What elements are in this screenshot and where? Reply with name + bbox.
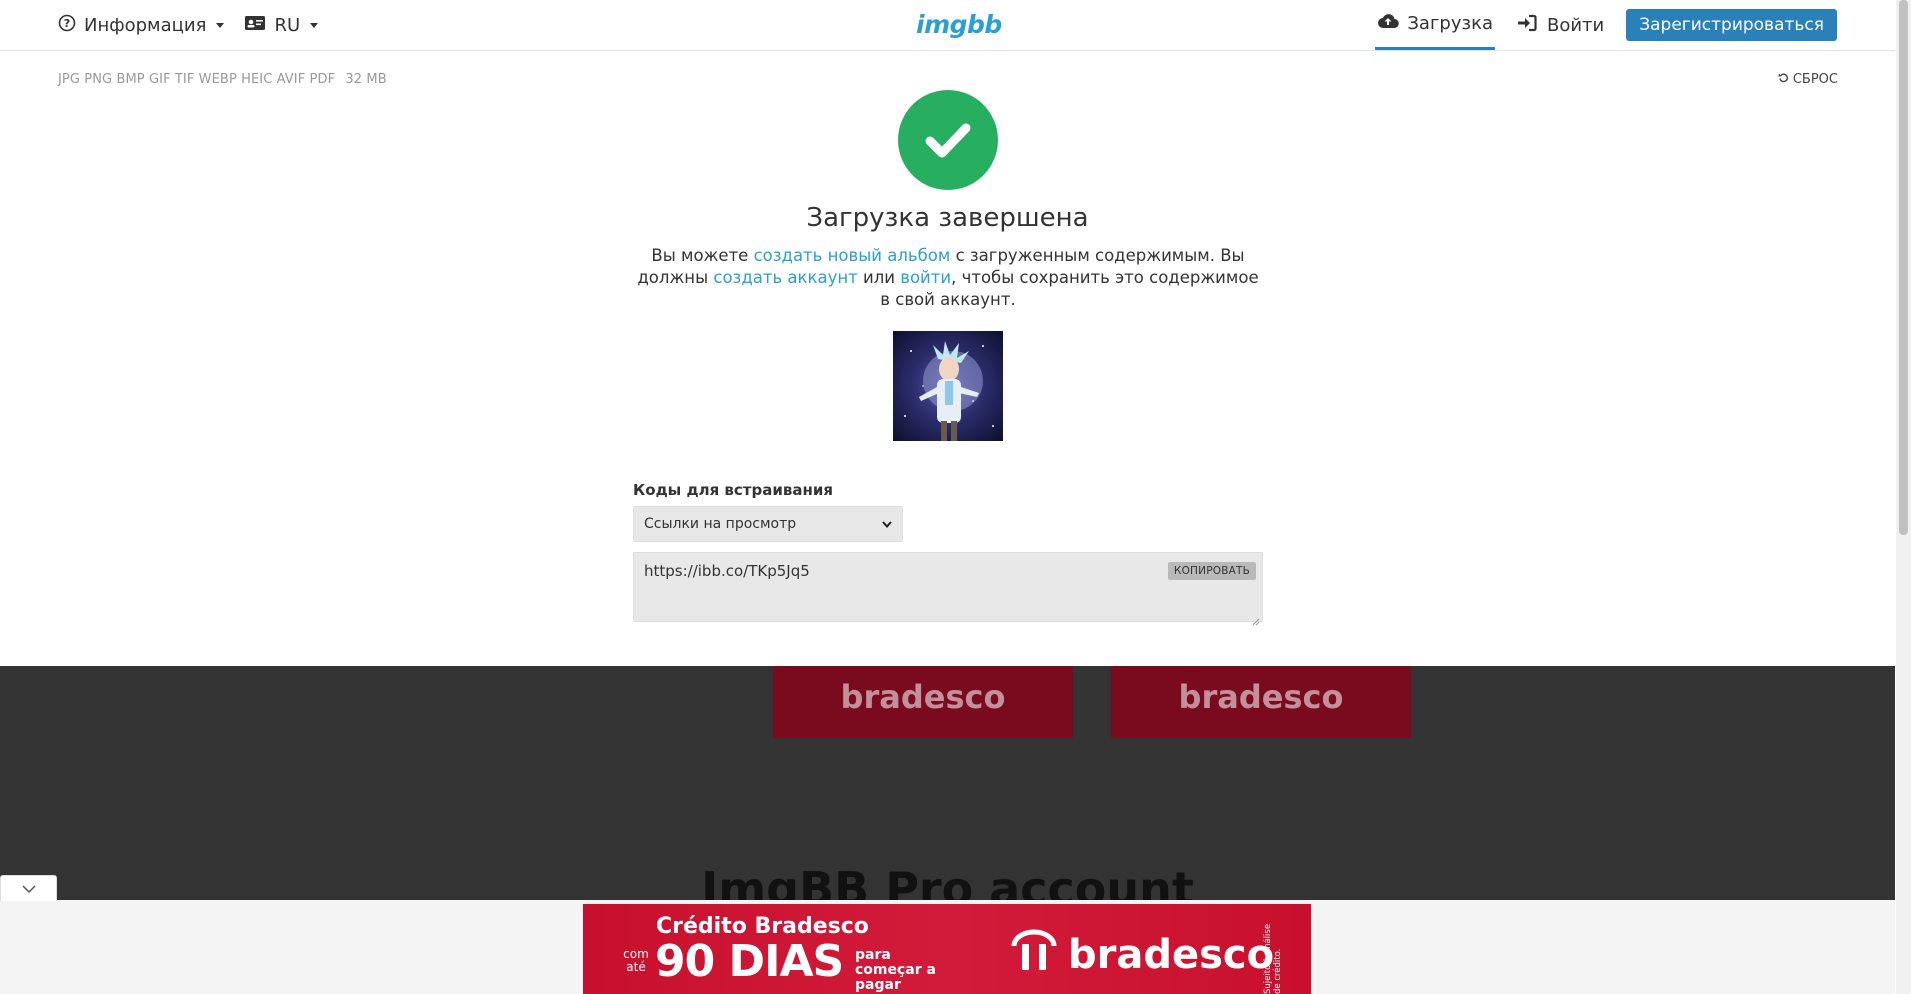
chevron-down-icon bbox=[21, 879, 36, 898]
desc-text-1: Вы можете bbox=[651, 246, 754, 265]
collapse-ad-button[interactable] bbox=[0, 875, 57, 901]
embed-code-value[interactable]: https://ibb.co/TKp5Jq5 bbox=[644, 562, 810, 580]
nav-left: ? Информация RU bbox=[58, 0, 319, 50]
banner-small-text: para começar a pagar bbox=[855, 947, 936, 993]
upload-label: Загрузка bbox=[1407, 13, 1493, 34]
banner-disclaimer: Sujeito à análise de crédito. bbox=[1263, 923, 1283, 994]
pro-account-title: ImgBB Pro account bbox=[701, 862, 1194, 900]
desc-text-3: или bbox=[857, 268, 901, 287]
id-card-icon bbox=[244, 15, 266, 36]
nav-login[interactable]: Войти bbox=[1517, 14, 1604, 37]
login-label: Войти bbox=[1546, 14, 1605, 36]
nav-right: Загрузка Войти Зарегистрироваться bbox=[1375, 0, 1837, 50]
language-menu[interactable]: RU bbox=[244, 14, 319, 36]
language-label: RU bbox=[274, 14, 301, 36]
chevron-down-icon bbox=[882, 516, 892, 532]
chevron-down-icon bbox=[216, 22, 225, 28]
allowed-file-types: JPG PNG BMP GIF TIF WEBP HEIC AVIF PDF 3… bbox=[58, 72, 387, 87]
upload-complete-title: Загрузка завершена bbox=[806, 203, 1089, 233]
embed-type-selected: Ссылки на просмотр bbox=[644, 516, 797, 532]
max-size-text: 32 MB bbox=[345, 72, 387, 87]
uploaded-image-thumbnail[interactable] bbox=[893, 331, 1003, 441]
bradesco-banner-ad[interactable]: Crédito Bradesco com até 90 DIAS para co… bbox=[583, 904, 1311, 994]
create-album-link[interactable]: создать новый альбом bbox=[754, 246, 951, 265]
undo-icon bbox=[1778, 72, 1789, 87]
embed-code-textarea[interactable]: https://ibb.co/TKp5Jq5 КОПИРОВАТЬ bbox=[633, 552, 1263, 626]
bradesco-ad-tile-2[interactable]: bradesco bbox=[1111, 666, 1411, 738]
cloud-upload-icon bbox=[1377, 13, 1400, 34]
chevron-down-icon bbox=[310, 22, 319, 28]
copy-button[interactable]: КОПИРОВАТЬ bbox=[1167, 562, 1256, 580]
banner-big-text: 90 DIAS bbox=[655, 936, 844, 987]
imgbb-logo[interactable]: imgbb bbox=[916, 10, 1002, 39]
nav-upload-tab[interactable]: Загрузка bbox=[1375, 0, 1495, 50]
bradesco-logo: bradesco bbox=[1008, 924, 1274, 986]
success-check-icon bbox=[898, 90, 998, 190]
login-link[interactable]: войти bbox=[900, 268, 951, 287]
top-navbar: ? Информация RU imgbb Загрузка Войти Зар… bbox=[0, 0, 1895, 51]
info-menu[interactable]: ? Информация bbox=[58, 14, 225, 37]
bradesco-ad-tile-1[interactable]: bradesco bbox=[773, 666, 1073, 738]
register-button[interactable]: Зарегистрироваться bbox=[1626, 9, 1837, 41]
embed-codes-label: Коды для встраивания bbox=[633, 481, 833, 499]
create-account-link[interactable]: создать аккаунт bbox=[713, 268, 857, 287]
sign-in-icon bbox=[1517, 14, 1537, 37]
reset-label: СБРОС bbox=[1792, 72, 1838, 87]
scrollbar-thumb[interactable] bbox=[1899, 0, 1908, 535]
bradesco-ad-text-2: bradesco bbox=[1178, 678, 1344, 716]
question-circle-icon: ? bbox=[58, 14, 76, 37]
upload-complete-description: Вы можете создать новый альбом с загруже… bbox=[630, 245, 1266, 311]
svg-text:?: ? bbox=[64, 17, 70, 30]
dark-promo-section: bradesco bradesco ImgBB Pro account bbox=[0, 666, 1895, 900]
resize-handle-icon[interactable] bbox=[1252, 611, 1260, 626]
banner-com-ate: com até bbox=[623, 947, 649, 974]
bradesco-brand-text: bradesco bbox=[1068, 932, 1275, 978]
file-types-text: JPG PNG BMP GIF TIF WEBP HEIC AVIF PDF bbox=[58, 72, 336, 87]
bradesco-tree-icon bbox=[1008, 924, 1060, 986]
reset-button[interactable]: СБРОС bbox=[1778, 72, 1838, 87]
bradesco-ad-text-1: bradesco bbox=[840, 678, 1006, 716]
info-menu-label: Информация bbox=[84, 14, 207, 36]
page-scrollbar[interactable] bbox=[1896, 0, 1911, 994]
embed-type-select[interactable]: Ссылки на просмотр bbox=[633, 506, 903, 542]
